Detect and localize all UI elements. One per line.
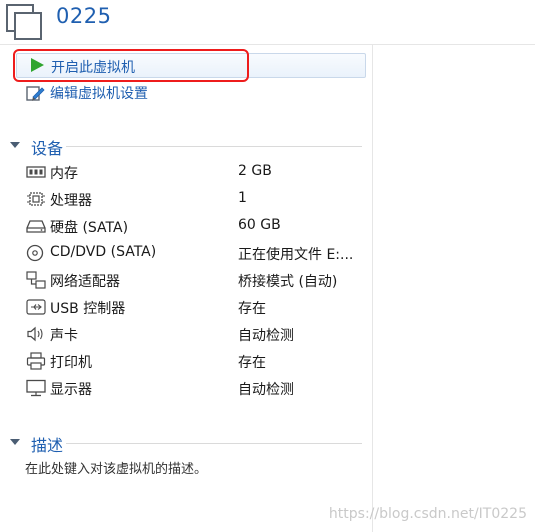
memory-icon bbox=[26, 166, 46, 178]
vm-title: 0225 bbox=[56, 4, 112, 28]
device-row-usb[interactable]: USB 控制器 存在 bbox=[26, 294, 372, 321]
device-row-hard-disk[interactable]: 硬盘 (SATA) 60 GB bbox=[26, 213, 372, 240]
section-divider bbox=[66, 146, 362, 147]
processor-icon bbox=[27, 192, 45, 206]
watermark-text: https://blog.csdn.net/IT0225 bbox=[328, 506, 527, 522]
sound-card-icon bbox=[27, 326, 43, 342]
display-icon bbox=[26, 379, 46, 397]
device-list: 内存 2 GB 处理器 1 硬盘 (SATA) 60 GB CD/DVD (SA… bbox=[26, 159, 372, 402]
device-value: 2 GB bbox=[238, 163, 272, 179]
printer-icon bbox=[26, 352, 46, 370]
device-name: 硬盘 (SATA) bbox=[50, 220, 129, 236]
device-name: 打印机 bbox=[50, 355, 92, 371]
device-row-processor[interactable]: 处理器 1 bbox=[26, 186, 372, 213]
device-row-display[interactable]: 显示器 自动检测 bbox=[26, 375, 372, 402]
device-name: CD/DVD (SATA) bbox=[50, 244, 157, 260]
description-section-title: 描述 bbox=[31, 436, 64, 455]
collapse-arrow-icon[interactable] bbox=[10, 439, 20, 445]
device-value: 正在使用文件 E:... bbox=[238, 247, 354, 263]
section-divider bbox=[66, 443, 362, 444]
device-value: 存在 bbox=[238, 301, 266, 317]
device-name: 处理器 bbox=[50, 193, 92, 209]
device-row-network-adapter[interactable]: 网络适配器 桥接模式 (自动) bbox=[26, 267, 372, 294]
network-adapter-icon bbox=[26, 271, 46, 289]
usb-icon bbox=[26, 299, 46, 315]
device-value: 60 GB bbox=[238, 217, 281, 233]
vm-summary-page: 0225 开启此虚拟机 编辑虚拟机设置 设备 内存 2 GB 处理器 1 硬盘 … bbox=[0, 0, 535, 532]
device-value: 桥接模式 (自动) bbox=[238, 274, 338, 290]
device-value: 1 bbox=[238, 190, 247, 206]
cd-dvd-icon bbox=[26, 244, 44, 262]
device-row-sound-card[interactable]: 声卡 自动检测 bbox=[26, 321, 372, 348]
start-vm-button[interactable]: 开启此虚拟机 bbox=[16, 53, 366, 78]
device-name: 内存 bbox=[50, 166, 78, 182]
device-row-printer[interactable]: 打印机 存在 bbox=[26, 348, 372, 375]
start-vm-label: 开启此虚拟机 bbox=[51, 60, 135, 76]
play-icon bbox=[31, 58, 44, 72]
device-name: 显示器 bbox=[50, 382, 92, 398]
device-name: 网络适配器 bbox=[50, 274, 120, 290]
description-placeholder[interactable]: 在此处键入对该虚拟机的描述。 bbox=[25, 458, 207, 477]
device-value: 自动检测 bbox=[238, 328, 294, 344]
panel-divider bbox=[372, 44, 373, 532]
edit-vm-settings-label: 编辑虚拟机设置 bbox=[50, 86, 148, 102]
devices-section-title: 设备 bbox=[31, 139, 64, 158]
device-value: 自动检测 bbox=[238, 382, 294, 398]
collapse-arrow-icon[interactable] bbox=[10, 142, 20, 148]
device-row-cd-dvd[interactable]: CD/DVD (SATA) 正在使用文件 E:... bbox=[26, 240, 372, 267]
vm-windows-icon bbox=[6, 4, 42, 40]
hard-disk-icon bbox=[26, 220, 46, 233]
vm-header: 0225 bbox=[0, 0, 535, 45]
device-name: USB 控制器 bbox=[50, 301, 126, 317]
edit-settings-icon bbox=[26, 86, 45, 101]
device-value: 存在 bbox=[238, 355, 266, 371]
device-name: 声卡 bbox=[50, 328, 78, 344]
device-row-memory[interactable]: 内存 2 GB bbox=[26, 159, 372, 186]
